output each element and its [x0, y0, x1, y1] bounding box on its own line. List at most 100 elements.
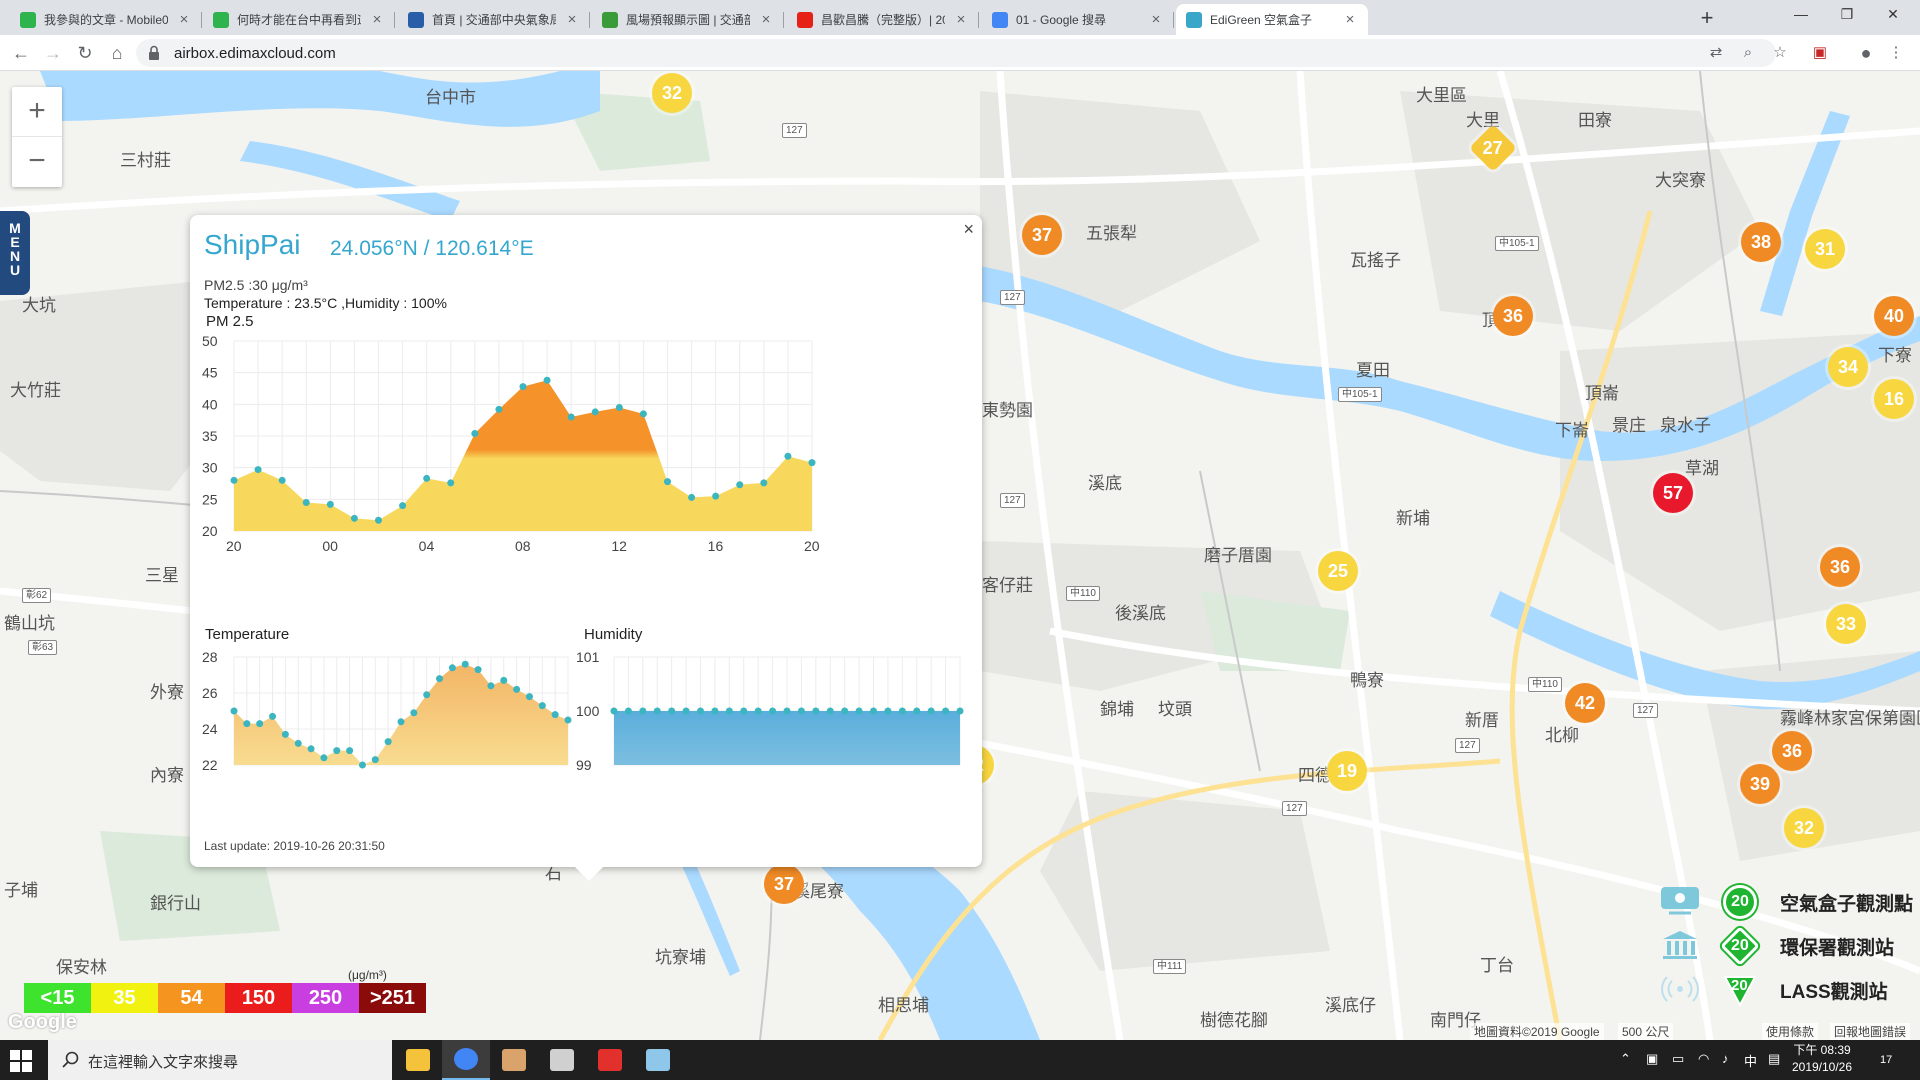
humidity-point[interactable] [769, 707, 777, 715]
airbox-station-marker[interactable]: 36 [1820, 547, 1860, 587]
close-tab-icon[interactable]: × [176, 11, 192, 28]
humidity-point[interactable] [812, 707, 820, 715]
humidity-point[interactable] [725, 707, 733, 715]
humidity-point[interactable] [740, 707, 748, 715]
airbox-station-marker[interactable]: 25 [1318, 551, 1358, 591]
restore-button[interactable]: ❐ [1824, 0, 1870, 30]
pm25-point[interactable] [591, 408, 599, 416]
humidity-point[interactable] [653, 707, 661, 715]
battery-icon[interactable]: ▭ [1672, 1051, 1684, 1067]
temperature-point[interactable] [436, 675, 444, 683]
temperature-point[interactable] [333, 747, 341, 755]
browser-tab[interactable]: 昌歡昌騰（完整版）| 2019.10.2 × [787, 4, 979, 35]
pm25-point[interactable] [447, 479, 455, 487]
humidity-point[interactable] [783, 707, 791, 715]
zoom-icon[interactable]: ⌕ [1738, 43, 1758, 63]
humidity-point[interactable] [682, 707, 690, 715]
address-bar[interactable]: airbox.edimaxcloud.com [136, 39, 1776, 67]
pm25-point[interactable] [302, 499, 310, 506]
browser-tab[interactable]: 何時才能在台中再看到這樣的藍天 × [203, 4, 395, 35]
humidity-point[interactable] [927, 707, 935, 715]
notepad-app[interactable] [634, 1040, 682, 1080]
humidity-point[interactable] [956, 707, 964, 715]
airbox-station-marker[interactable]: 40 [1874, 296, 1914, 336]
close-tab-icon[interactable]: × [758, 11, 774, 28]
pm25-point[interactable] [615, 404, 623, 411]
airbox-station-marker[interactable]: 57 [1653, 473, 1693, 513]
pm25-point[interactable] [278, 476, 286, 484]
map-canvas[interactable]: 大里區大里田寮大突寮三村莊台中市五張犁瓦搖子頂厝子大竹莊大坑溪底夏田頂崙下崙景庄… [0, 71, 1920, 1040]
tray-chevron-icon[interactable]: ⌃ [1620, 1051, 1631, 1067]
pm25-point[interactable] [543, 376, 551, 384]
volume-icon[interactable]: ♪ [1722, 1051, 1729, 1066]
humidity-point[interactable] [697, 707, 704, 715]
temperature-point[interactable] [294, 739, 302, 747]
pm25-point[interactable] [230, 476, 238, 484]
kebab-menu-icon[interactable]: ⋮ [1886, 43, 1906, 63]
profile-avatar-icon[interactable]: ● [1856, 43, 1876, 63]
close-window-button[interactable]: ✕ [1870, 0, 1916, 30]
translate-icon[interactable]: ⇄ [1706, 43, 1726, 63]
system-clock[interactable]: 下午 08:39 2019/10/26 [1782, 1042, 1862, 1076]
minimize-button[interactable]: — [1778, 0, 1824, 30]
airbox-station-marker[interactable]: 34 [1828, 347, 1868, 387]
zoom-in-button[interactable]: + [12, 87, 62, 137]
extension-icon[interactable]: ▣ [1810, 43, 1830, 63]
network-icon[interactable]: ▣ [1646, 1051, 1658, 1067]
temperature-point[interactable] [513, 685, 521, 693]
bookmark-star-icon[interactable]: ☆ [1770, 43, 1790, 63]
temperature-point[interactable] [256, 720, 264, 728]
temperature-point[interactable] [243, 720, 251, 728]
airbox-station-marker[interactable]: 37 [1022, 215, 1062, 255]
temperature-point[interactable] [371, 756, 379, 764]
pm25-point[interactable] [375, 516, 382, 524]
browser-tab[interactable]: 01 - Google 搜尋 × [982, 4, 1174, 35]
sketchup-app[interactable] [586, 1040, 634, 1080]
pm25-point[interactable] [760, 479, 768, 487]
airbox-station-marker[interactable]: 36 [1493, 296, 1533, 336]
temperature-point[interactable] [230, 707, 238, 715]
pm25-point[interactable] [639, 410, 647, 418]
zoom-out-button[interactable]: − [12, 137, 62, 187]
humidity-point[interactable] [754, 707, 762, 715]
wifi-icon[interactable]: ◠ [1698, 1051, 1709, 1067]
browser-tab[interactable]: 風場預報顯示圖 | 交通部中央氣象 × [592, 4, 784, 35]
pm25-point[interactable] [495, 405, 503, 413]
browser-tab[interactable]: 我參與的文章 - Mobile01 × [10, 4, 202, 35]
forward-arrow-icon[interactable]: → [40, 41, 66, 65]
temperature-point[interactable] [538, 702, 546, 710]
pm25-point[interactable] [808, 459, 816, 467]
temperature-point[interactable] [269, 712, 277, 720]
humidity-point[interactable] [870, 707, 877, 715]
humidity-point[interactable] [624, 707, 632, 715]
browser-tab[interactable]: EdiGreen 空氣盒子 × [1176, 4, 1368, 35]
temperature-point[interactable] [346, 747, 354, 755]
taskbar-search-box[interactable]: 在這裡輸入文字來搜尋 [48, 1040, 392, 1080]
temperature-point[interactable] [384, 738, 392, 746]
temperature-point[interactable] [307, 745, 315, 753]
pm25-point[interactable] [326, 500, 334, 508]
airbox-station-marker[interactable]: 19 [1327, 751, 1367, 791]
deer-app[interactable] [490, 1040, 538, 1080]
airbox-station-marker[interactable]: 37 [764, 864, 804, 904]
temperature-point[interactable] [423, 691, 431, 699]
pm25-point[interactable] [350, 514, 358, 522]
temperature-point[interactable] [500, 676, 508, 684]
airbox-station-marker[interactable]: 32 [652, 73, 692, 113]
pm25-point[interactable] [471, 429, 479, 437]
airbox-station-marker[interactable]: 32 [1784, 808, 1824, 848]
close-tab-icon[interactable]: × [1342, 11, 1358, 28]
humidity-point[interactable] [797, 707, 805, 715]
temperature-point[interactable] [525, 693, 533, 701]
ime-indicator[interactable]: 中 [1744, 1051, 1757, 1070]
humidity-point[interactable] [826, 707, 834, 715]
pm25-point[interactable] [664, 478, 671, 486]
pm25-point[interactable] [784, 452, 792, 460]
reload-icon[interactable]: ↻ [72, 41, 98, 65]
close-tab-icon[interactable]: × [369, 11, 385, 28]
terms-link[interactable]: 使用條款 [1762, 1023, 1819, 1040]
humidity-point[interactable] [898, 707, 906, 715]
close-tab-icon[interactable]: × [564, 11, 580, 28]
pm25-point[interactable] [688, 493, 696, 501]
airbox-station-marker[interactable]: 39 [1740, 764, 1780, 804]
